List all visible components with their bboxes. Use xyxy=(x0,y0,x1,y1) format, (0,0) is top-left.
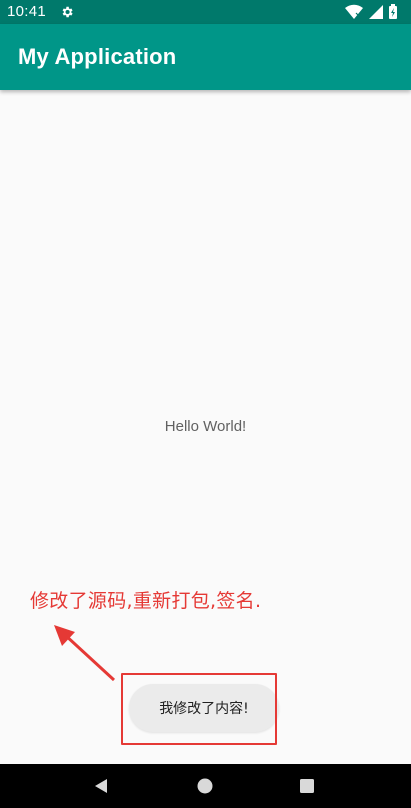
navigation-bar xyxy=(0,764,411,808)
gear-icon xyxy=(62,6,73,18)
back-button[interactable] xyxy=(77,764,125,808)
wifi-icon xyxy=(345,4,363,20)
status-icons xyxy=(345,4,397,20)
home-button[interactable] xyxy=(181,764,229,808)
annotation-text: 修改了源码,重新打包,签名. xyxy=(30,590,262,612)
app-title: My Application xyxy=(18,44,177,69)
highlight-box xyxy=(121,673,277,745)
recents-button[interactable] xyxy=(283,764,331,808)
home-icon xyxy=(197,778,213,794)
hello-world-text: Hello World! xyxy=(164,418,247,435)
annotation-arrow xyxy=(54,625,116,682)
signal-icon xyxy=(369,5,383,19)
status-bar: 10:41 xyxy=(0,0,411,24)
battery-icon xyxy=(389,4,397,19)
app-bar: My Application xyxy=(0,24,411,90)
status-time: 10:41 xyxy=(7,3,47,20)
back-icon xyxy=(95,779,107,793)
recents-icon xyxy=(300,779,314,793)
